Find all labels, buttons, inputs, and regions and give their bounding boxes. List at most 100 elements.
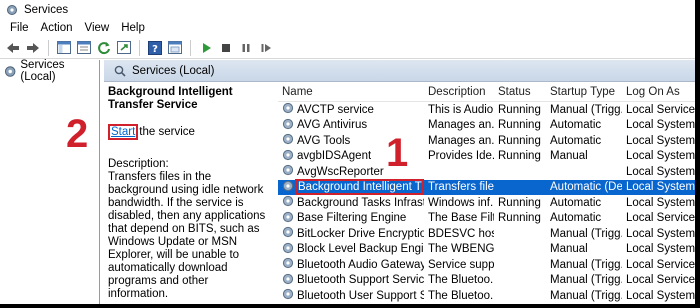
service-name: BitLocker Drive Encryption S... [297, 227, 424, 240]
callout-number-2: 2 [66, 112, 89, 156]
column-header-startup-type[interactable]: Startup Type [546, 86, 622, 98]
cell-status: Running [498, 150, 541, 163]
gear-icon [282, 288, 294, 303]
table-row[interactable]: AVCTP service This is Audio... Running Manu… [278, 102, 695, 118]
cell-status: Running [498, 103, 541, 116]
gear-icon [282, 149, 294, 164]
cell-startup-type: Manual [550, 150, 588, 163]
menu-action[interactable]: Action [35, 22, 79, 34]
cell-description: BDESVC hos... [428, 227, 494, 240]
column-header-status[interactable]: Status [494, 86, 546, 98]
services-icon [4, 65, 16, 77]
main-content: Services (Local) Services (Local) Backgr… [0, 59, 695, 304]
cell-log-on-as: Local System [626, 196, 695, 209]
menu-help[interactable]: Help [115, 22, 151, 34]
table-row[interactable]: Background Intelligent Tran... Transfers … [278, 179, 695, 196]
cell-name: Block Level Backup Engine S... [278, 242, 424, 257]
gear-icon [282, 226, 294, 241]
tree-item-services-local[interactable]: Services (Local) [0, 59, 99, 83]
table-row[interactable]: Bluetooth User Support Servi... The Bluet… [278, 288, 695, 304]
service-title: Background Intelligent Transfer Service [108, 86, 233, 111]
service-name: AvgWscReporter [297, 165, 384, 178]
console-tree: Services (Local) [0, 59, 100, 304]
cell-log-on-as: Local System [626, 289, 695, 302]
pane-header: Services (Local) [104, 60, 695, 82]
column-header-log-on-as[interactable]: Log On As [622, 86, 695, 98]
start-service-link[interactable]: Start [108, 124, 139, 140]
cell-status: Running [498, 119, 541, 132]
forward-icon[interactable] [24, 39, 42, 57]
gear-icon [282, 195, 294, 210]
cell-name: Base Filtering Engine [278, 211, 424, 226]
gear-icon [282, 102, 294, 117]
cell-description: Windows inf... [428, 196, 494, 209]
gear-icon [282, 273, 294, 288]
cell-log-on-as: Local System [626, 119, 695, 132]
service-name: Background Intelligent Tran... [295, 179, 424, 196]
cell-description: Service supp... [428, 258, 494, 271]
table-row[interactable]: AVG Antivirus Manages an... Running Automat… [278, 118, 695, 134]
cell-name: Background Tasks Infrastruc... [278, 195, 424, 210]
table-row[interactable]: Base Filtering Engine The Base Filt... Run… [278, 211, 695, 227]
gear-icon [282, 180, 294, 195]
cell-log-on-as: Local Service [626, 103, 695, 116]
callout-number-1: 1 [386, 131, 409, 175]
cell-startup-type: Manual (Trigg... [550, 258, 622, 271]
cell-startup-type: Automatic (De... [550, 181, 622, 194]
cell-description: The Bluetoo... [428, 289, 494, 302]
table-row[interactable]: Background Tasks Infrastruc... Windows in… [278, 195, 695, 211]
table-row[interactable]: avgbIDSAgent Provides Ide... Running Manual… [278, 149, 695, 165]
column-header-name[interactable]: Name [278, 86, 424, 98]
cell-startup-type: Manual [550, 243, 588, 256]
cell-log-on-as: Local Service [626, 258, 695, 271]
svg-text:?: ? [152, 44, 158, 55]
cell-status: Running [498, 134, 541, 147]
table-row[interactable]: Block Level Backup Engine S... The WBENGI… [278, 242, 695, 258]
cell-description: The Bluetoo... [428, 274, 494, 287]
export-icon[interactable] [115, 39, 133, 57]
help-icon[interactable]: ? [146, 39, 164, 57]
cell-log-on-as: Local System [626, 227, 695, 240]
tree-item-label: Services (Local) [20, 59, 65, 83]
cell-log-on-as: Local System [626, 181, 695, 194]
cell-description: Manages an... [428, 134, 494, 147]
cell-log-on-as: Local Service [626, 274, 695, 287]
console-icon[interactable] [166, 39, 184, 57]
cell-startup-type: Automatic [550, 196, 602, 209]
column-header-description[interactable]: Description [424, 86, 494, 98]
menu-file[interactable]: File [4, 22, 35, 34]
refresh-icon[interactable] [95, 39, 113, 57]
services-pane: Services (Local) Background Intelligent … [104, 60, 695, 304]
cell-log-on-as: Local System [626, 150, 695, 163]
start-icon[interactable] [197, 39, 215, 57]
service-name: Base Filtering Engine [297, 212, 407, 225]
table-row[interactable]: AVG Tools Manages an... Running Automatic Lo… [278, 133, 695, 149]
service-name: Background Tasks Infrastruc... [297, 196, 424, 209]
service-name: Bluetooth User Support Servi... [297, 289, 424, 302]
table-row[interactable]: Bluetooth Audio Gateway Se... Service sup… [278, 257, 695, 273]
service-name: Block Level Backup Engine S... [297, 243, 424, 256]
stop-icon[interactable] [217, 39, 235, 57]
cell-description: The WBENGI... [428, 243, 494, 256]
service-name: Bluetooth Support Service [297, 274, 424, 287]
toolbar-separator [190, 39, 191, 56]
cell-log-on-as: Local Service [626, 212, 695, 225]
table-row[interactable]: Bluetooth Support Service The Bluetoo... M… [278, 273, 695, 289]
cell-description: This is Audio... [428, 103, 494, 116]
services-window: Services File Action View Help ? Service… [0, 0, 696, 304]
cell-description: Manages an... [428, 119, 494, 132]
cell-name: Bluetooth User Support Servi... [278, 288, 424, 303]
cell-description: Transfers file... [428, 181, 494, 194]
console-tree-icon[interactable] [55, 39, 73, 57]
window-title: Services [24, 3, 69, 16]
cell-name: Bluetooth Audio Gateway Se... [278, 257, 424, 272]
table-row[interactable]: AvgWscReporter Local System [278, 164, 695, 180]
pause-icon[interactable] [237, 39, 255, 57]
properties-icon[interactable] [75, 39, 93, 57]
restart-icon[interactable] [257, 39, 275, 57]
cell-log-on-as: Local System [626, 134, 695, 147]
table-row[interactable]: BitLocker Drive Encryption S... BDESVC ho… [278, 226, 695, 242]
back-icon[interactable] [4, 39, 22, 57]
menu-view[interactable]: View [79, 22, 116, 34]
cell-name: Bluetooth Support Service [278, 273, 424, 288]
